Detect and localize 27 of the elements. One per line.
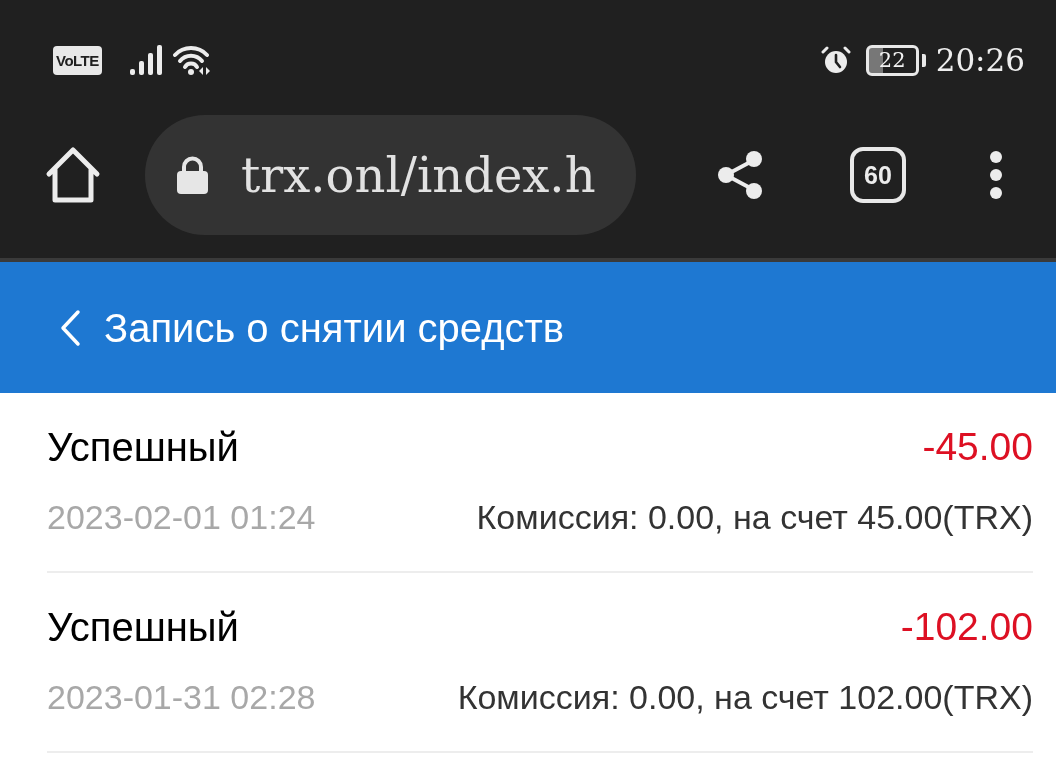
home-icon <box>45 146 101 204</box>
status-text: Успешный <box>47 604 239 651</box>
signal-icon <box>129 45 163 75</box>
back-icon <box>58 308 82 347</box>
alarm-icon <box>820 45 851 75</box>
home-button[interactable] <box>45 146 101 204</box>
share-icon <box>715 150 765 200</box>
amount-text: -102.00 <box>900 603 1033 650</box>
details-text: Комиссия: 0.00, на счет 45.00(TRX) <box>476 496 1033 538</box>
lock-icon <box>175 156 210 194</box>
wifi-icon <box>172 45 211 75</box>
page-title: Запись о снятии средств <box>104 304 565 352</box>
details-text: Комиссия: 0.00, на счет 102.00(TRX) <box>457 676 1033 718</box>
status-text: Успешный <box>47 424 239 471</box>
menu-button[interactable] <box>988 150 1004 200</box>
tabs-button[interactable]: 60 <box>850 147 906 203</box>
share-button[interactable] <box>715 150 765 200</box>
amount-text: -45.00 <box>922 423 1033 470</box>
date-text: 2023-01-31 02:28 <box>47 676 316 718</box>
address-bar[interactable]: trx.onl/index.h <box>145 115 636 235</box>
back-button[interactable] <box>58 308 82 347</box>
date-text: 2023-02-01 01:24 <box>47 496 316 538</box>
more-icon <box>988 150 1004 200</box>
clock-time: 20:26 <box>935 44 1025 76</box>
url-text: trx.onl/index.h <box>241 151 596 199</box>
battery-indicator: 22 <box>865 44 926 76</box>
volte-badge: VoLTE <box>53 45 102 75</box>
